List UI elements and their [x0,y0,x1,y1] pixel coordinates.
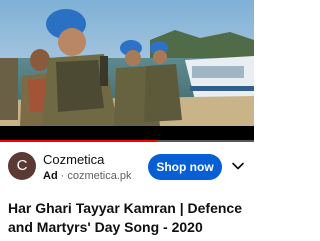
ad-domain: cozmetica.pk [67,170,132,182]
video-frame[interactable] [0,0,254,126]
shop-now-button[interactable]: Shop now [148,154,222,180]
advertiser-logo[interactable]: C [8,152,36,180]
progress-bar[interactable] [0,140,254,142]
advertiser-name[interactable]: Cozmetica [43,152,104,167]
progress-bar-fill [0,140,158,142]
video-player[interactable] [0,0,254,142]
chevron-down-icon[interactable] [231,159,245,173]
video-title: Har Ghari Tayyar Kamran | Defence and Ma… [8,200,242,235]
ad-separator: · [60,170,65,182]
ad-meta: Ad · cozmetica.pk [43,170,132,182]
ad-badge: Ad [43,170,58,182]
ad-banner[interactable]: C Cozmetica Ad · cozmetica.pk Shop now [0,143,254,191]
